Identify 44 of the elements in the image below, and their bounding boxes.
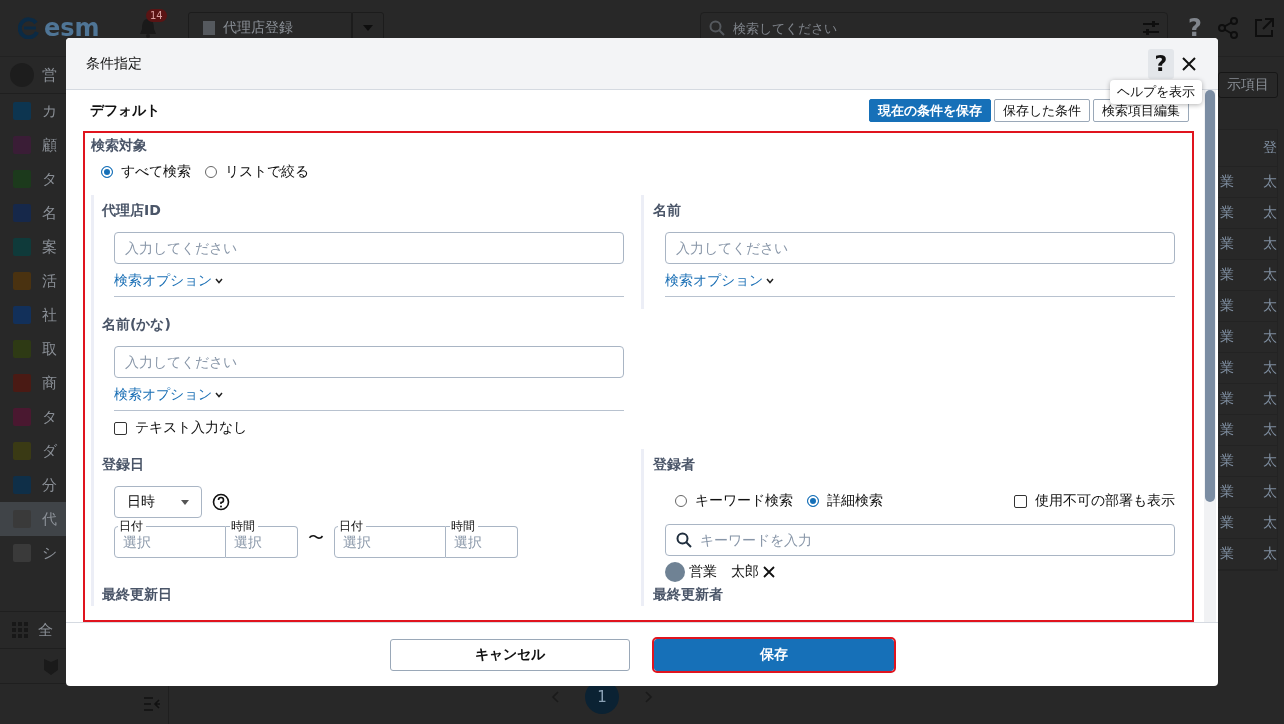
notification-badge: 14 <box>146 9 167 22</box>
table-cell-text: 業 <box>1219 544 1235 563</box>
field-label: 登録日 <box>102 455 145 474</box>
table-cell-text: 太 <box>1262 172 1277 191</box>
field-label: 検索対象 <box>91 136 148 155</box>
module-label: 代理店登録 <box>223 19 293 37</box>
table-cell-text: 太 <box>1262 420 1277 439</box>
field-label: 代理店ID <box>102 201 162 220</box>
table-cell-text: 太 <box>1262 482 1277 501</box>
table-cell-text: 業 <box>1219 203 1235 222</box>
table-cell-text: 業 <box>1219 265 1235 284</box>
table-cell-text: 太 <box>1262 234 1277 253</box>
table-cell-text: 業 <box>1219 172 1235 191</box>
table-cell-text: 業 <box>1219 420 1235 439</box>
preset-name: デフォルト <box>90 101 160 120</box>
user-name: 営業 太郎 <box>689 563 759 581</box>
table-cell-text: 太 <box>1262 296 1277 315</box>
table-cell-text: 太 <box>1262 203 1277 222</box>
table-cell-text: 業 <box>1219 296 1235 315</box>
table-cell-text: 太 <box>1262 544 1277 563</box>
column-header: 登 <box>1262 138 1277 157</box>
table-cell-text: 業 <box>1219 389 1235 408</box>
table-cell-text: 太 <box>1262 389 1277 408</box>
table-cell-text: 業 <box>1219 327 1235 346</box>
table-cell-text: 太 <box>1262 265 1277 284</box>
logo-text: esm <box>44 14 100 42</box>
field-label: 名前 <box>653 201 682 220</box>
table-cell-text: 業 <box>1219 358 1235 377</box>
user-name: 営 <box>42 65 57 85</box>
table-cell-text: 太 <box>1262 327 1277 346</box>
table-cell-text: 業 <box>1219 482 1235 501</box>
field-label: 最終更新日 <box>102 585 173 604</box>
table-cell-text: 業 <box>1219 451 1235 470</box>
table-cell-text: 業 <box>1219 234 1235 253</box>
table-cell-text: 業 <box>1219 513 1235 532</box>
table-cell-text: 太 <box>1262 451 1277 470</box>
field-label: 名前(かな) <box>102 315 172 334</box>
field-label: 最終更新者 <box>653 585 724 604</box>
dialog-title: 条件指定 <box>86 54 143 73</box>
table-cell-text: 太 <box>1262 513 1277 532</box>
field-label: 登録者 <box>653 455 696 474</box>
table-cell-text: 太 <box>1262 358 1277 377</box>
range-separator: 〜 <box>307 527 325 549</box>
tooltip: ヘルプを表示 <box>1110 80 1202 104</box>
